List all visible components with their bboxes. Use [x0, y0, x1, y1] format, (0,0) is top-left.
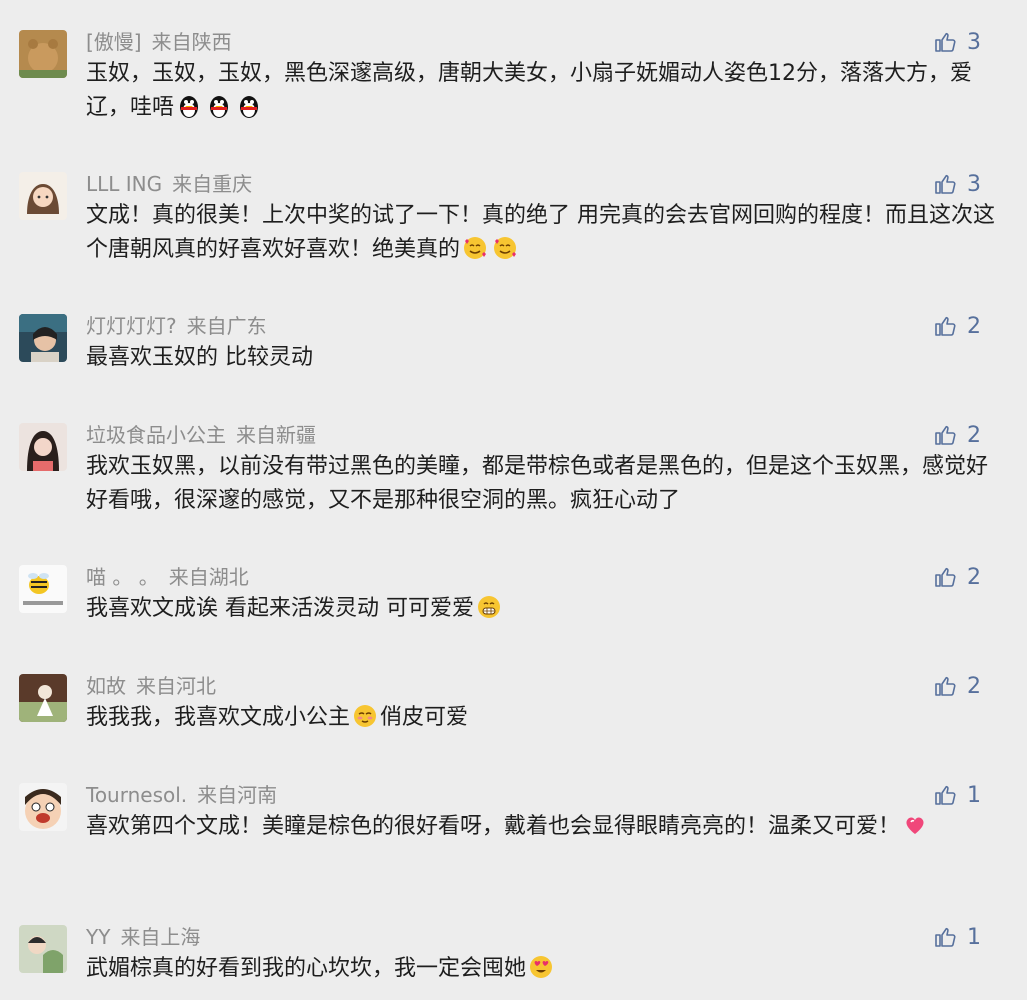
- user-location: 来自广东: [186, 314, 267, 338]
- like-button[interactable]: 2: [933, 672, 981, 700]
- user-name[interactable]: YY: [86, 925, 110, 949]
- comment-text: 我欢玉奴黑，以前没有带过黑色的美瞳，都是带棕色或者是黑色的，但是这个玉奴黑，感觉…: [86, 454, 989, 513]
- thumbs-up-icon: [935, 425, 956, 445]
- user-location: 来自新疆: [236, 423, 316, 447]
- comment-text-block: 玉奴，玉奴，玉奴，黑色深邃高级，唐朝大美女，小扇子妩媚动人姿色12分，落落大方，…: [86, 57, 996, 125]
- like-count: 2: [967, 422, 981, 448]
- user-name[interactable]: LLL ING: [86, 172, 162, 196]
- avatar[interactable]: [19, 30, 67, 78]
- thumbs-up-icon: [935, 567, 956, 587]
- like-button[interactable]: 3: [933, 28, 981, 56]
- comment-text-block: 我欢玉奴黑，以前没有带过黑色的美瞳，都是带棕色或者是黑色的，但是这个玉奴黑，感觉…: [86, 450, 996, 518]
- heart-emoji-icon: [902, 812, 928, 838]
- comment-text-block: 最喜欢玉奴的 比较灵动: [86, 341, 996, 375]
- like-button[interactable]: 2: [933, 563, 981, 591]
- comment-text: 我喜欢文成诶 看起来活泼灵动 可可爱爱: [86, 596, 474, 621]
- like-button[interactable]: 1: [933, 923, 981, 951]
- avatar[interactable]: [19, 925, 67, 973]
- penguin-emoji-icon: [176, 93, 202, 119]
- comment-text-block: 武媚棕真的好看到我的心坎坎，我一定会囤她: [86, 952, 996, 986]
- user-location: 来自重庆: [172, 172, 253, 196]
- user-location: 来自河南: [197, 783, 278, 807]
- comment-text: 喜欢第四个文成！美瞳是棕色的很好看呀，戴着也会显得眼睛亮亮的！温柔又可爱！: [86, 814, 901, 839]
- like-count: 2: [967, 313, 981, 339]
- heart-eyes-emoji-icon: [528, 954, 554, 980]
- user-name[interactable]: Tournesol.: [86, 783, 187, 807]
- avatar[interactable]: [19, 423, 67, 471]
- user-location: 来自上海: [120, 925, 201, 949]
- like-count: 1: [967, 782, 981, 808]
- user-location: 来自湖北: [168, 565, 249, 589]
- comment-meta: 灯灯灯灯? 来自广东: [86, 312, 267, 340]
- comment-meta: 垃圾食品小公主 来自新疆: [86, 421, 316, 449]
- comment-text: 文成！真的很美！上次中奖的试了一下！真的绝了 用完真的会去官网回购的程度！而且这…: [86, 203, 995, 262]
- avatar[interactable]: [19, 172, 67, 220]
- comment-text-block: 我我我，我喜欢文成小公主 俏皮可爱: [86, 701, 996, 735]
- smiling-hearts-emoji-icon: [462, 235, 488, 261]
- comment-text-block: 文成！真的很美！上次中奖的试了一下！真的绝了 用完真的会去官网回购的程度！而且这…: [86, 199, 996, 267]
- thumbs-up-icon: [935, 174, 956, 194]
- comment-text-block: 我喜欢文成诶 看起来活泼灵动 可可爱爱: [86, 592, 996, 626]
- thumbs-up-icon: [935, 32, 956, 52]
- comment-meta: YY 来自上海: [86, 923, 200, 951]
- like-count: 1: [967, 924, 981, 950]
- avatar[interactable]: [19, 565, 67, 613]
- user-location: 来自陕西: [151, 30, 232, 54]
- thumbs-up-icon: [935, 927, 956, 947]
- like-count: 3: [967, 29, 981, 55]
- like-count: 3: [967, 171, 981, 197]
- like-button[interactable]: 3: [933, 170, 981, 198]
- comment-text-block: 喜欢第四个文成！美瞳是棕色的很好看呀，戴着也会显得眼睛亮亮的！温柔又可爱！: [86, 810, 966, 844]
- like-count: 2: [967, 673, 981, 699]
- user-name[interactable]: 如故: [86, 674, 126, 698]
- comment-meta: 如故 来自河北: [86, 672, 216, 700]
- comment-text: 我我我，我喜欢文成小公主: [86, 705, 351, 730]
- comment-meta: LLL ING 来自重庆: [86, 170, 252, 198]
- smiling-hearts-emoji-icon: [492, 235, 518, 261]
- like-button[interactable]: 2: [933, 312, 981, 340]
- user-name[interactable]: 喵 。 。: [86, 565, 159, 589]
- like-button[interactable]: 1: [933, 781, 981, 809]
- smug-emoji-icon: [352, 703, 378, 729]
- comment-text: 武媚棕真的好看到我的心坎坎，我一定会囤她: [86, 956, 527, 981]
- comment-text: 最喜欢玉奴的 比较灵动: [86, 345, 313, 370]
- avatar[interactable]: [19, 674, 67, 722]
- avatar[interactable]: [19, 783, 67, 831]
- grin-emoji-icon: [476, 594, 502, 620]
- comment-meta: 喵 。 。来自湖北: [86, 563, 249, 591]
- penguin-emoji-icon: [206, 93, 232, 119]
- penguin-emoji-icon: [236, 93, 262, 119]
- like-button[interactable]: 2: [933, 421, 981, 449]
- user-name[interactable]: 灯灯灯灯?: [86, 314, 177, 338]
- comment-meta: Tournesol. 来自河南: [86, 781, 277, 809]
- thumbs-up-icon: [935, 676, 956, 696]
- user-name[interactable]: 垃圾食品小公主: [86, 423, 226, 447]
- like-count: 2: [967, 564, 981, 590]
- comment-text-suffix: 俏皮可爱: [380, 705, 469, 730]
- avatar[interactable]: [19, 314, 67, 362]
- thumbs-up-icon: [935, 785, 956, 805]
- user-name[interactable]: [傲慢]: [86, 30, 142, 54]
- user-location: 来自河北: [136, 674, 216, 698]
- thumbs-up-icon: [935, 316, 956, 336]
- comment-meta: [傲慢] 来自陕西: [86, 28, 232, 56]
